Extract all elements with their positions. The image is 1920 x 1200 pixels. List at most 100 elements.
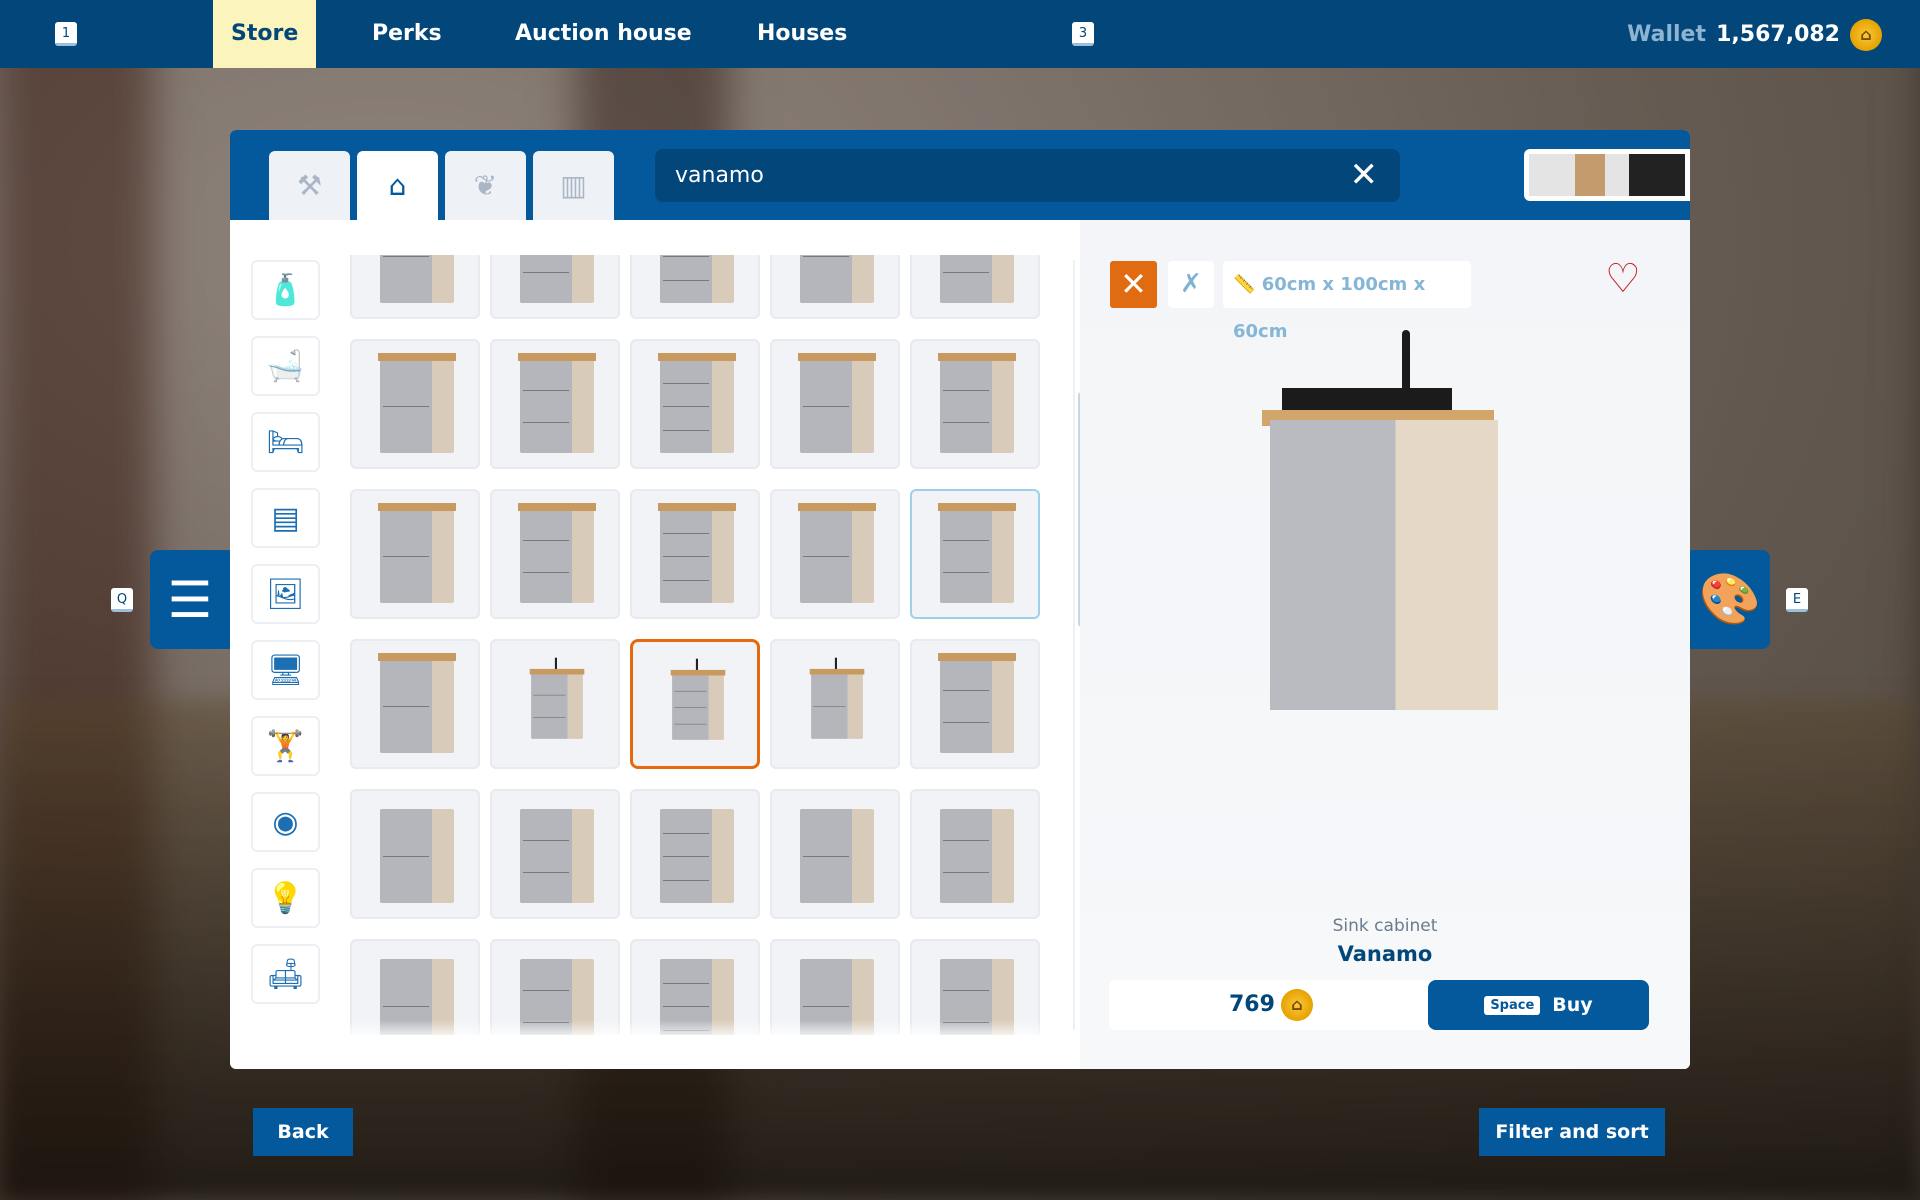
item-tile[interactable] <box>350 789 480 919</box>
cabinet-thumbnail <box>529 657 585 739</box>
subcategory-button[interactable]: 🖼 <box>251 564 320 624</box>
item-tile[interactable] <box>770 789 900 919</box>
cabinet-thumbnail <box>798 503 876 603</box>
subcategory-button[interactable]: ◉ <box>251 792 320 852</box>
bathtub-icon: 🛁 <box>266 348 305 384</box>
tab-auction-house[interactable]: Auction house <box>515 0 692 68</box>
search-input[interactable]: vanamo ✕ <box>655 149 1400 202</box>
cabinet-thumbnail <box>940 255 1014 303</box>
search-value: vanamo <box>675 163 764 188</box>
item-tile[interactable] <box>630 339 760 469</box>
item-tile[interactable] <box>770 339 900 469</box>
filter-sort-button[interactable]: Filter and sort <box>1479 1108 1665 1156</box>
cabinet-thumbnail <box>938 653 1016 753</box>
item-price: 769 <box>1229 992 1275 1017</box>
wallet-label: Wallet <box>1627 22 1706 47</box>
grid-fade <box>350 1020 1042 1040</box>
category-tab-house[interactable]: ⌂ <box>357 151 438 220</box>
item-tile[interactable] <box>630 789 760 919</box>
bed-icon: 🛏 <box>266 424 305 460</box>
item-tile[interactable] <box>350 639 480 769</box>
item-tile[interactable] <box>770 255 900 319</box>
cabinet-icon: ▤ <box>271 500 300 536</box>
favorite-heart-icon[interactable]: ♡ <box>1605 256 1641 302</box>
cabinet-thumbnail <box>800 255 874 303</box>
catalog-toggle-button[interactable]: ☰ <box>150 550 230 649</box>
washing-machine-icon: ◉ <box>272 804 299 840</box>
item-tile[interactable] <box>490 489 620 619</box>
category-tab-garden[interactable]: ❦ <box>445 151 526 220</box>
panel-header: ⚒ ⌂ ❦ ▥ vanamo ✕ <box>230 130 1690 220</box>
item-tile[interactable] <box>630 255 760 319</box>
item-tile[interactable] <box>630 489 760 619</box>
item-tile[interactable] <box>910 639 1040 769</box>
item-tile[interactable] <box>910 339 1040 469</box>
color-swatch[interactable] <box>1529 154 1575 196</box>
item-name: Vanamo <box>1337 942 1433 966</box>
key-hint-3: 3 <box>1072 22 1094 46</box>
cabinet-thumbnail <box>670 658 726 740</box>
cabinet-thumbnail <box>938 353 1016 453</box>
item-tile[interactable] <box>490 255 620 319</box>
color-swatch[interactable] <box>1605 154 1629 196</box>
category-tab-fence[interactable]: ▥ <box>533 151 614 220</box>
hammer-icon: ⚒ <box>296 169 323 202</box>
cabinet-thumbnail <box>660 255 734 303</box>
item-tile[interactable] <box>490 339 620 469</box>
buy-label: Buy <box>1552 994 1593 1016</box>
item-tile[interactable] <box>350 255 480 319</box>
picture-icon: 🖼 <box>266 576 305 612</box>
tab-houses[interactable]: Houses <box>757 0 847 68</box>
item-tile[interactable] <box>630 639 760 769</box>
subcategory-button[interactable]: 🛁 <box>251 336 320 396</box>
subcategory-button[interactable]: 🛏 <box>251 412 320 472</box>
tab-perks[interactable]: Perks <box>372 0 442 68</box>
subcategory-button[interactable]: 🧴 <box>251 260 320 320</box>
tv-icon: 🖥 <box>266 652 305 688</box>
category-tab-tools[interactable]: ⚒ <box>269 151 350 220</box>
tools-button[interactable]: ✗ <box>1168 261 1214 308</box>
item-tile[interactable] <box>490 789 620 919</box>
item-tile[interactable] <box>350 489 480 619</box>
color-swatches[interactable] <box>1524 149 1690 201</box>
deselect-button[interactable]: ✕ <box>1110 261 1157 308</box>
cabinet-thumbnail <box>800 809 874 903</box>
cabinet-thumbnail <box>520 255 594 303</box>
color-swatch[interactable] <box>1575 154 1605 196</box>
item-preview-image <box>1262 330 1498 710</box>
item-tile[interactable] <box>770 489 900 619</box>
house-coin-icon: ⌂ <box>1850 19 1882 51</box>
close-icon[interactable]: ✕ <box>1350 149 1379 202</box>
item-tile[interactable] <box>770 639 900 769</box>
color-swatch[interactable] <box>1629 154 1685 196</box>
subcategory-button[interactable]: 🛋 <box>251 944 320 1004</box>
cabinet-thumbnail <box>378 653 456 753</box>
item-tile[interactable] <box>910 489 1040 619</box>
subcategory-list: 🧴 🛁 🛏 ▤ 🖼 🖥 🏋 ◉ 💡 🛋 <box>251 260 321 1030</box>
cabinet-thumbnail <box>658 353 736 453</box>
lamp-icon: 💡 <box>266 880 305 916</box>
cabinet-thumbnail <box>518 503 596 603</box>
item-tile[interactable] <box>490 639 620 769</box>
paint-button[interactable]: 🎨 <box>1690 550 1770 649</box>
buy-button[interactable]: Space Buy <box>1428 980 1649 1030</box>
catalog-icon: ☰ <box>167 570 213 629</box>
subcategory-button[interactable]: 💡 <box>251 868 320 928</box>
house-coin-icon: ⌂ <box>1281 989 1313 1021</box>
subcategory-button[interactable]: 🏋 <box>251 716 320 776</box>
close-icon: ✕ <box>1120 265 1147 303</box>
item-tile[interactable] <box>910 789 1040 919</box>
space-key-hint: Space <box>1484 995 1541 1015</box>
subcategory-button[interactable]: ▤ <box>251 488 320 548</box>
key-hint-q: Q <box>111 588 133 612</box>
back-button[interactable]: Back <box>253 1108 353 1156</box>
cabinet-thumbnail <box>518 353 596 453</box>
fence-icon: ▥ <box>560 169 587 202</box>
item-tile[interactable] <box>350 339 480 469</box>
item-tile[interactable] <box>910 255 1040 319</box>
cabinet-thumbnail <box>938 503 1016 603</box>
subcategory-button[interactable]: 🖥 <box>251 640 320 700</box>
plant-icon: ❦ <box>473 169 498 202</box>
tab-store[interactable]: Store <box>213 0 317 68</box>
dumbbell-icon: 🏋 <box>266 728 305 764</box>
